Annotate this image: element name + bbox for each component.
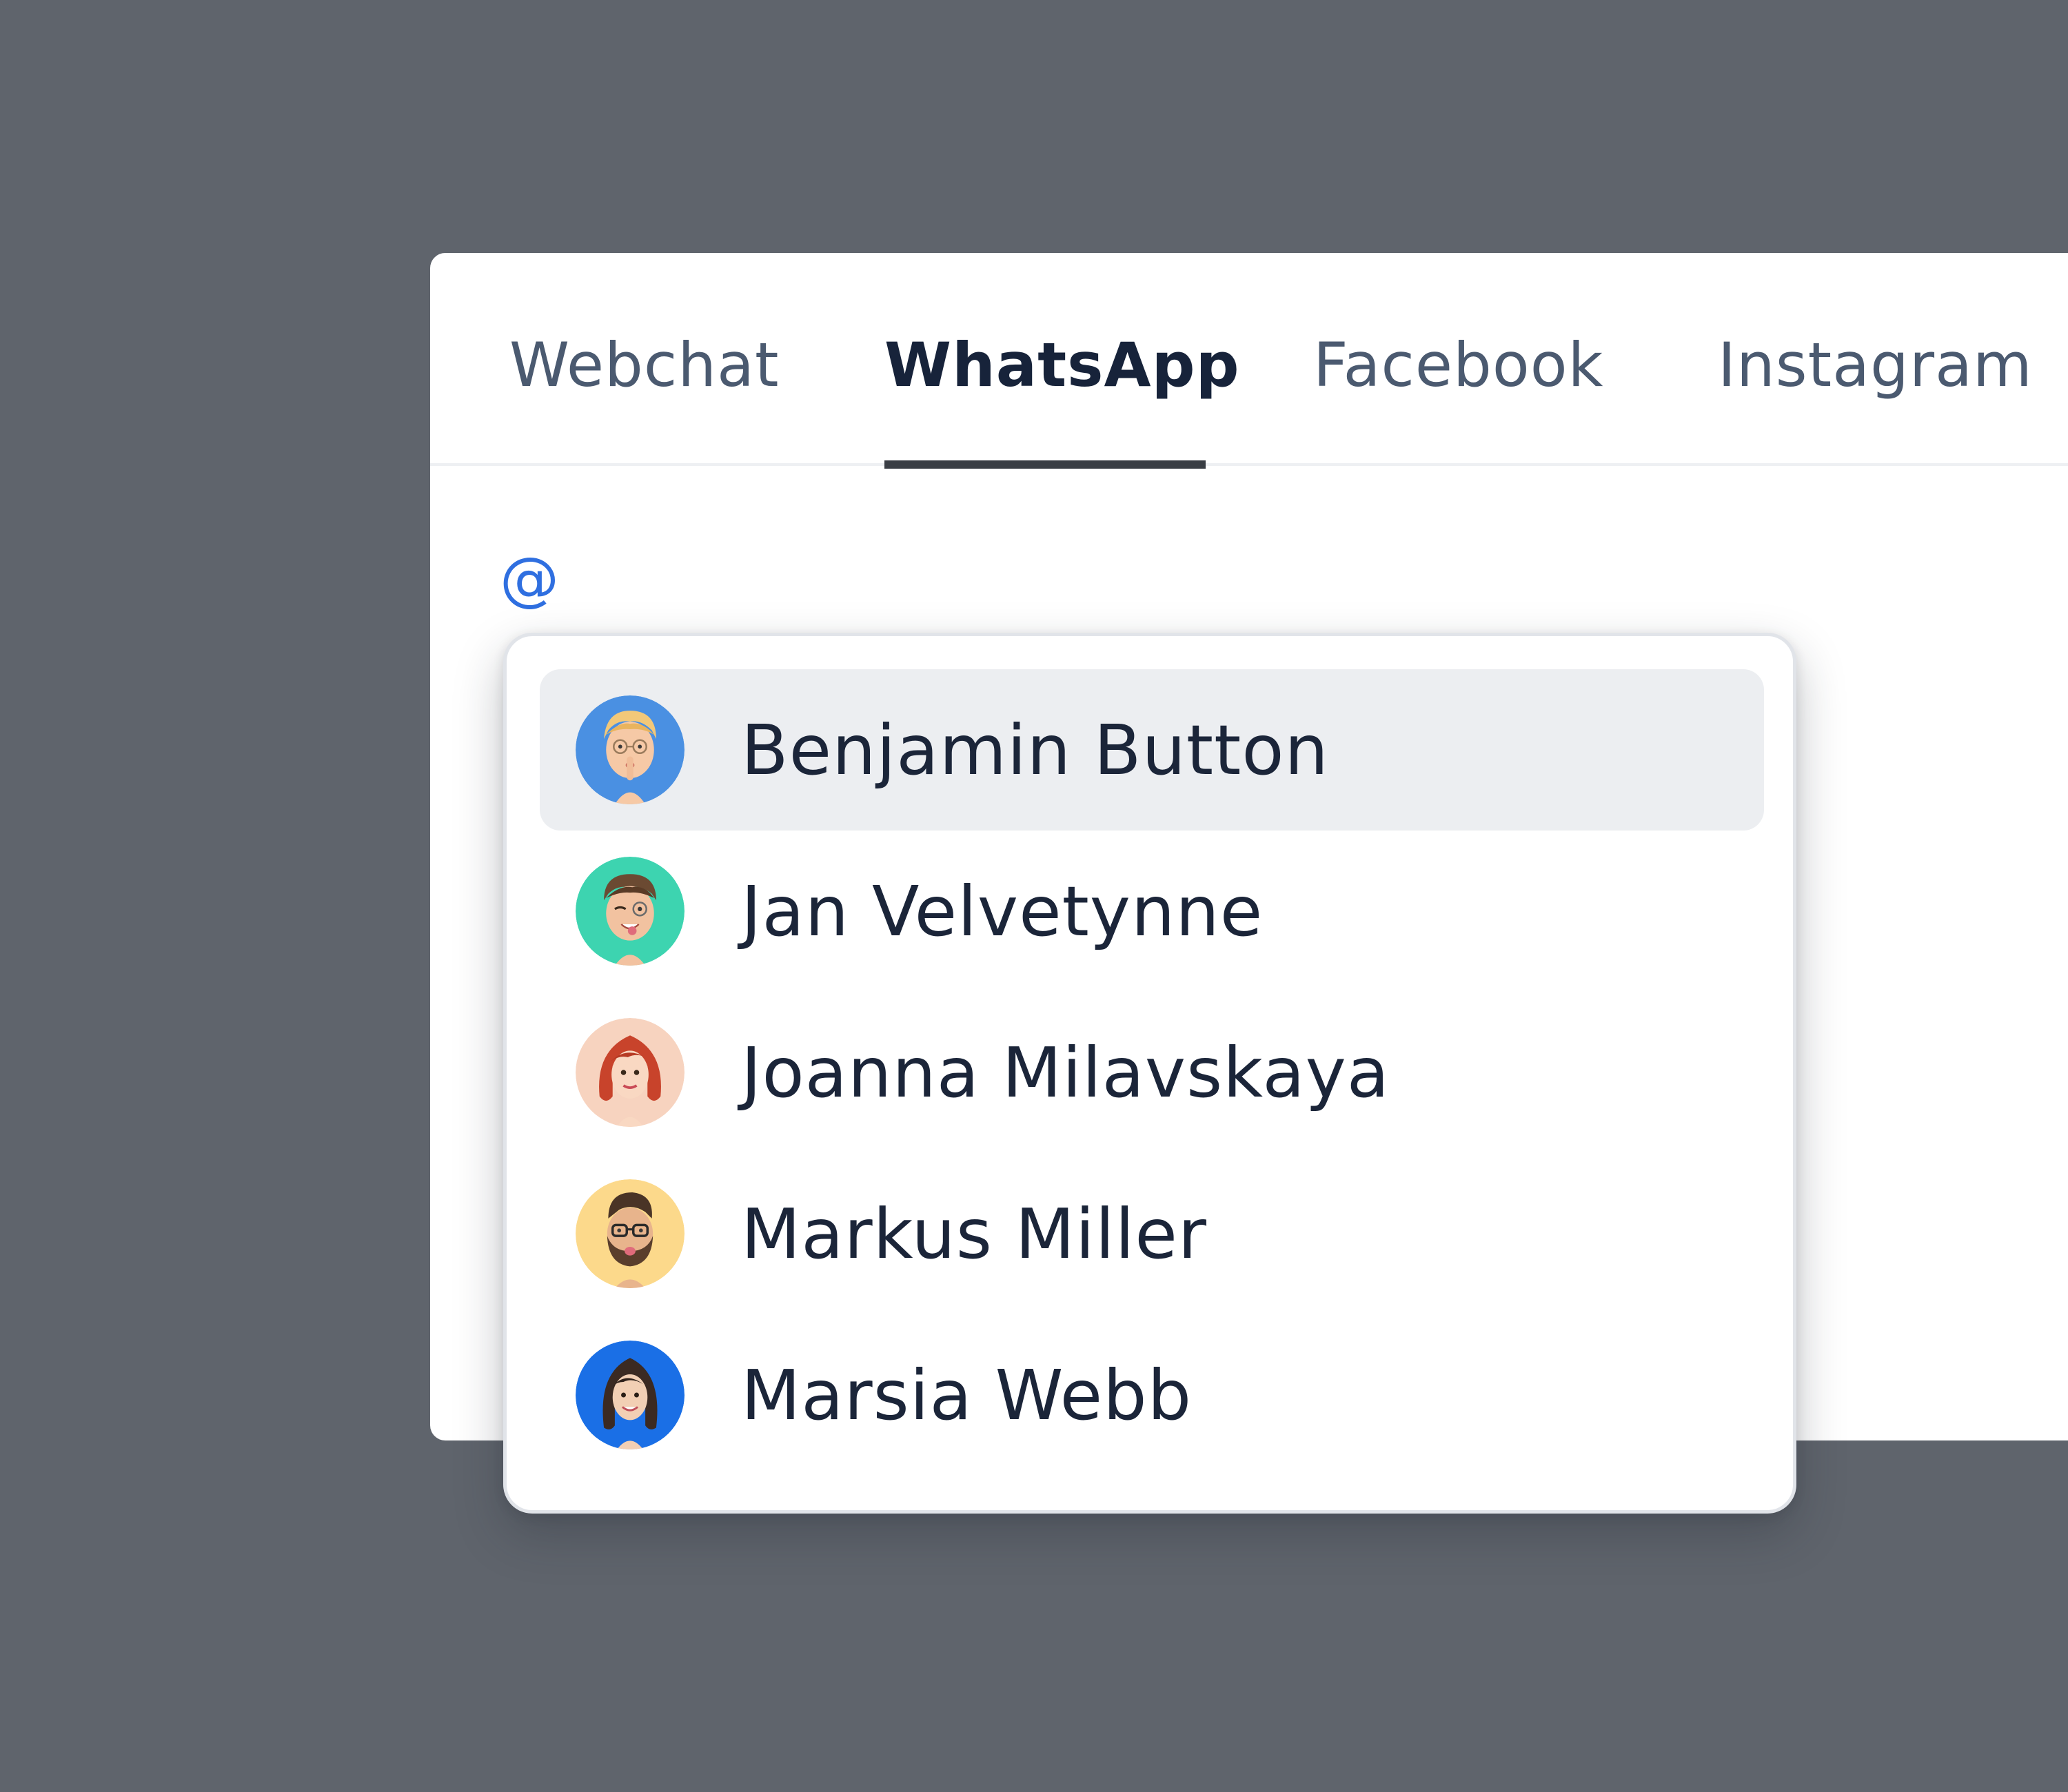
tab-label: Instagram [1718, 329, 2033, 400]
mention-option[interactable]: Joanna Milavskaya [540, 992, 1764, 1153]
avatar [576, 1179, 685, 1288]
tab-facebook[interactable]: Facebook [1313, 253, 1610, 466]
avatar [576, 1341, 685, 1449]
mention-name: Marsia Webb [741, 1355, 1193, 1436]
tab-webchat[interactable]: Webchat [509, 253, 785, 466]
mention-name: Markus Miller [741, 1194, 1208, 1274]
avatar [576, 1018, 685, 1127]
memoji-avatar-icon [576, 695, 685, 804]
memoji-avatar-icon [576, 1018, 685, 1127]
avatar [576, 857, 685, 966]
memoji-avatar-icon [576, 1179, 685, 1288]
mention-option[interactable]: Markus Miller [540, 1153, 1764, 1314]
tab-whatsapp[interactable]: WhatsApp [884, 253, 1239, 469]
mention-name: Joanna Milavskaya [741, 1032, 1390, 1113]
mention-option[interactable]: Jan Velvetynne [540, 831, 1764, 992]
mention-dropdown: Benjamin Button Jan Velvetynne Joanna Mi… [503, 633, 1796, 1514]
channel-tabs: Webchat WhatsApp Facebook Instagram [430, 253, 2068, 469]
memoji-avatar-icon [576, 857, 685, 966]
tab-label: Facebook [1313, 329, 1604, 400]
tab-instagram[interactable]: Instagram [1718, 253, 2032, 466]
avatar [576, 695, 685, 804]
memoji-avatar-icon [576, 1341, 685, 1449]
mention-name: Benjamin Button [741, 710, 1329, 791]
active-tab-indicator [884, 460, 1206, 469]
tab-label: WhatsApp [884, 329, 1240, 400]
mention-option[interactable]: Marsia Webb [540, 1314, 1764, 1476]
tab-label: Webchat [509, 329, 780, 400]
mention-option[interactable]: Benjamin Button [540, 669, 1764, 831]
mention-name: Jan Velvetynne [741, 871, 1264, 952]
mention-trigger-text[interactable]: @ [500, 544, 559, 613]
